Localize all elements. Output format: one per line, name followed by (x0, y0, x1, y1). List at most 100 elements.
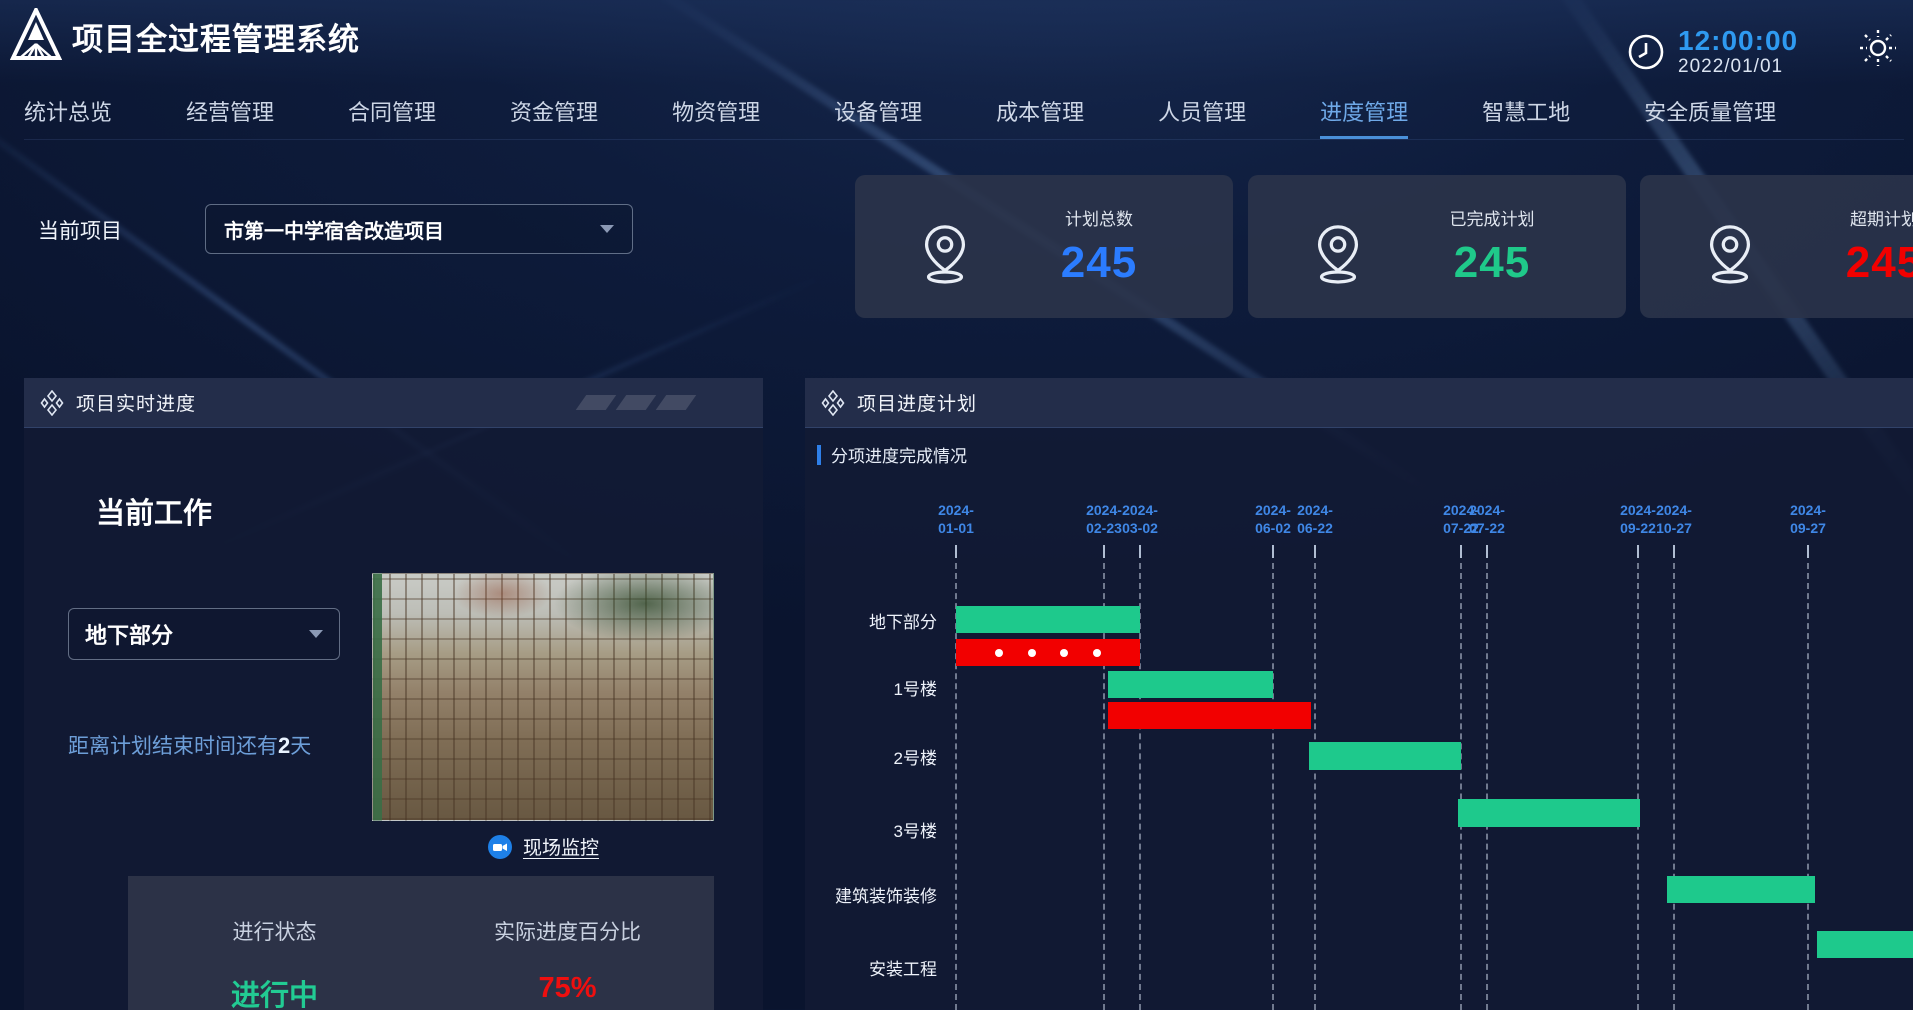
gantt-bar-green (956, 606, 1140, 633)
progress-percent-value: 75% (421, 972, 714, 1005)
gantt-axis-tick (1486, 545, 1488, 558)
run-status-cell: 进行状态 进行中 (128, 876, 421, 1010)
gantt-axis-tick (1673, 545, 1675, 558)
panel-header: 项目实时进度 (24, 378, 763, 428)
realtime-progress-panel: 项目实时进度 当前工作 地下部分 距离计划结束时间还有2天 现场监控 进行状态 … (24, 378, 763, 1010)
chevron-down-icon (600, 225, 614, 233)
site-photo (372, 573, 714, 821)
diamonds-icon (821, 390, 845, 416)
gantt-row-label: 3号楼 (805, 817, 937, 842)
stat-card-value: 245 (1794, 238, 1913, 288)
nav-item-5[interactable]: 物资管理 (672, 95, 760, 139)
project-select-value: 市第一中学宿舍改造项目 (224, 215, 444, 244)
progress-percent-cell: 实际进度百分比 75% (421, 876, 714, 1010)
run-status-value: 进行中 (128, 972, 421, 1010)
gantt-gridline (1272, 563, 1274, 1010)
gantt-axis-date: 2024-06-22 (1279, 501, 1351, 537)
gantt-axis-tick (1807, 545, 1809, 558)
stripes-decoration (581, 395, 691, 410)
progress-percent-label: 实际进度百分比 (421, 916, 714, 946)
progress-dot (1028, 649, 1036, 657)
top-header: 项目全过程管理系统 12:00:00 2022/01/01 (0, 0, 1913, 85)
nav-item-4[interactable]: 资金管理 (510, 95, 598, 139)
stat-card-label: 已完成计划 (1402, 205, 1582, 230)
stat-card-value: 245 (1402, 238, 1582, 288)
app-logo-icon (10, 8, 62, 64)
nav-item-7[interactable]: 成本管理 (996, 95, 1084, 139)
location-pin-icon (1312, 223, 1364, 285)
status-box: 进行状态 进行中 实际进度百分比 75% (128, 876, 714, 1010)
chevron-down-icon (309, 630, 323, 638)
gantt-axis-date: 2024-07-22 (1451, 501, 1523, 537)
panel-title: 项目实时进度 (76, 389, 196, 416)
schedule-plan-panel: 项目进度计划 分项进度完成情况 2024-01-012024-02-232024… (805, 378, 1913, 1010)
gantt-row-label: 建筑装饰装修 (805, 882, 937, 907)
gantt-gridline (1460, 563, 1462, 1010)
gantt-bar-red (1108, 702, 1311, 729)
location-pin-icon (1704, 223, 1756, 285)
gantt-bar-green (1667, 876, 1815, 903)
stat-card-label: 超期计划 (1794, 205, 1913, 230)
site-monitor-link[interactable]: 现场监控 (372, 833, 714, 860)
stat-card-1: 计划总数 245 (855, 175, 1233, 318)
gantt-gridline (1673, 563, 1675, 1010)
current-date: 2022/01/01 (1678, 57, 1798, 78)
gantt-bar-green (1108, 671, 1273, 698)
nav-item-3[interactable]: 合同管理 (348, 95, 436, 139)
gantt-gridline (1486, 563, 1488, 1010)
gantt-axis-date: 2024-03-02 (1104, 501, 1176, 537)
gantt-axis-tick (1314, 545, 1316, 558)
brightness-icon[interactable] (1858, 28, 1898, 68)
gantt-axis-tick (1139, 545, 1141, 558)
clock-icon (1626, 32, 1666, 72)
stat-card-label: 计划总数 (1009, 205, 1189, 230)
nav-item-1[interactable]: 统计总览 (24, 95, 112, 139)
nav-item-8[interactable]: 人员管理 (1158, 95, 1246, 139)
gantt-row-label: 安装工程 (805, 955, 937, 980)
work-select[interactable]: 地下部分 (68, 608, 340, 660)
gantt-axis-tick (1103, 545, 1105, 558)
nav-item-6[interactable]: 设备管理 (834, 95, 922, 139)
stat-card-2: 已完成计划 245 (1248, 175, 1626, 318)
legend-bar-icon (817, 445, 821, 465)
chart-legend: 分项进度完成情况 (817, 442, 967, 467)
progress-dot (1093, 649, 1101, 657)
legend-label: 分项进度完成情况 (831, 442, 967, 467)
gantt-bar-green (1817, 931, 1913, 958)
location-pin-icon (919, 223, 971, 285)
gantt-gridline (1807, 563, 1809, 1010)
gantt-axis-date: 2024-10-27 (1638, 501, 1710, 537)
page-title: 项目全过程管理系统 (72, 14, 360, 59)
current-project-label: 当前项目 (38, 215, 122, 245)
nav-tabs: 统计总览 经营管理 合同管理 资金管理 物资管理 设备管理 成本管理 人员管理 进度管理 智慧工地… (24, 92, 1904, 140)
progress-dot (1060, 649, 1068, 657)
gantt-axis-tick (1272, 545, 1274, 558)
gantt-bar-red (956, 639, 1140, 666)
gantt-axis-date: 2024-09-27 (1772, 501, 1844, 537)
gantt-axis-date: 2024-01-01 (920, 501, 992, 537)
deadline-text: 距离计划结束时间还有2天 (68, 730, 311, 760)
current-work-heading: 当前工作 (96, 490, 212, 532)
gantt-axis-tick (1637, 545, 1639, 558)
progress-dot (995, 649, 1003, 657)
stat-card-value: 245 (1009, 238, 1189, 288)
panel-header: 项目进度计划 (805, 378, 1913, 428)
gantt-chart: 2024-01-012024-02-232024-03-022024-06-02… (805, 493, 1913, 1010)
nav-item-11[interactable]: 安全质量管理 (1644, 95, 1776, 139)
gantt-bar-green (1309, 742, 1461, 770)
nav-item-2[interactable]: 经营管理 (186, 95, 274, 139)
monitor-link-label: 现场监控 (523, 833, 599, 860)
gantt-row-label: 地下部分 (805, 608, 937, 633)
gantt-row-label: 1号楼 (805, 675, 937, 700)
gantt-axis-tick (955, 545, 957, 558)
current-time: 12:00:00 (1678, 26, 1798, 57)
gantt-bar-green (1458, 799, 1640, 827)
deadline-days: 2 (278, 733, 290, 758)
nav-item-10[interactable]: 智慧工地 (1482, 95, 1570, 139)
nav-item-9[interactable]: 进度管理 (1320, 95, 1408, 139)
panel-title: 项目进度计划 (857, 389, 977, 416)
diamonds-icon (40, 390, 64, 416)
project-select[interactable]: 市第一中学宿舍改造项目 (205, 204, 633, 254)
stat-card-3: 超期计划 245 (1640, 175, 1913, 318)
gantt-gridline (1637, 563, 1639, 1010)
